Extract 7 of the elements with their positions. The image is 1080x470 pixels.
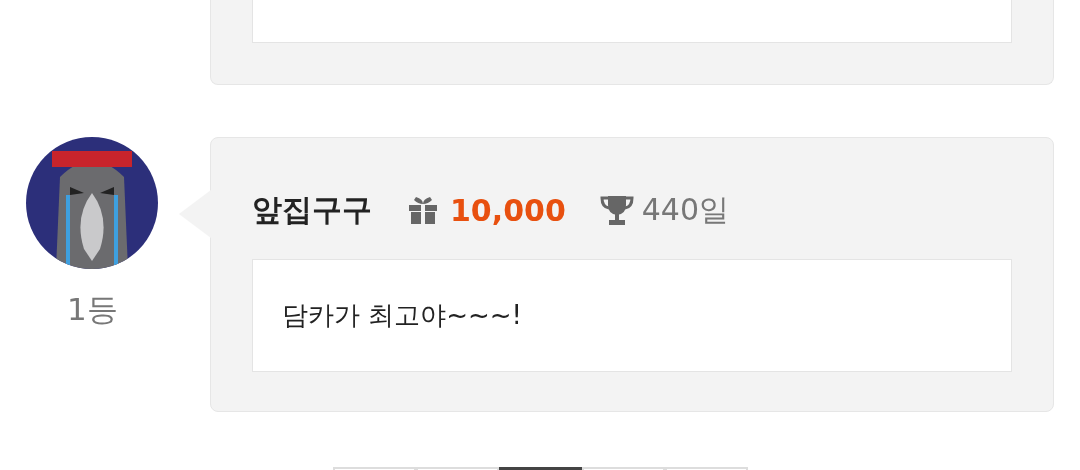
author-name: 앞집구구 (252, 190, 372, 229)
days-count: 440일 (641, 190, 730, 229)
gift-amount: 10,000 (450, 192, 566, 228)
comment-text: 담카가 최고야~~~! (282, 299, 523, 332)
gift-icon (408, 196, 438, 224)
trophy-icon (599, 195, 634, 225)
rank-label: 1등 (67, 290, 118, 329)
